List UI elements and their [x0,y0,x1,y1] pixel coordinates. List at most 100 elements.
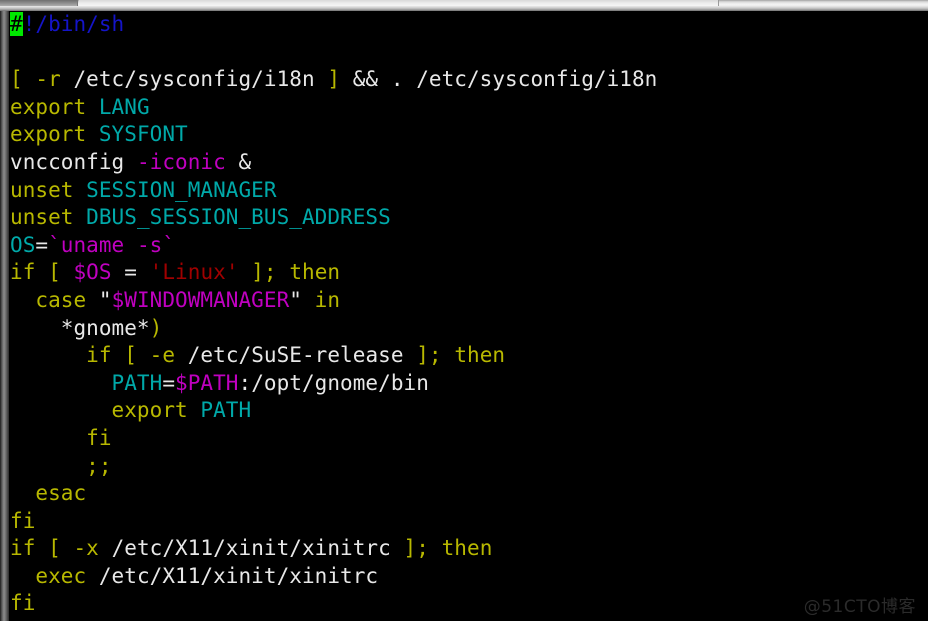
terminal-token: vncconfig [10,149,137,174]
terminal-line: export SYSFONT [9,121,928,149]
window-chrome-bar [0,0,928,11]
terminal-token: `uname -s` [48,232,176,257]
terminal-token: unset [10,205,87,230]
terminal-line: *gnome*) [9,315,928,343]
terminal-token: = [111,260,150,285]
terminal-token: -x [73,536,99,561]
terminal-token: # [10,12,23,36]
terminal-line: ;; [9,453,928,481]
terminal-token: [ [48,536,74,561]
terminal-line: PATH=$PATH:/opt/gnome/bin [9,370,928,398]
terminal-line: export PATH [9,397,928,425]
terminal-line: fi [9,590,928,618]
terminal-token: = [35,232,49,257]
terminal-token: export [10,122,99,147]
terminal-token: /etc/X11/xinit/xinitrc [86,563,379,588]
terminal-line: exec /etc/X11/xinit/xinitrc [9,563,928,591]
terminal-line: case "$WINDOWMANAGER" in [9,287,928,315]
terminal-line: #!/bin/sh [9,11,928,39]
watermark: @51CTO博客 [803,597,916,617]
terminal-token: ;; [86,453,112,478]
terminal-scrollbar[interactable] [0,11,9,621]
terminal-token: -iconic [136,149,226,174]
terminal-token: -r [35,67,61,92]
terminal-line: if [ -e /etc/SuSE-release ]; then [9,342,928,370]
terminal-token: then [289,260,341,285]
terminal-token: " [86,287,112,312]
terminal-token: fi [86,425,112,450]
terminal-token: if [86,343,125,368]
chrome-toolbar-segment[interactable] [79,0,719,6]
terminal-line: unset SESSION_MANAGER [9,177,928,205]
terminal-text-area[interactable]: #!/bin/sh [ -r /etc/sysconfig/i18n ] && … [9,11,928,621]
terminal-line: if [ -x /etc/X11/xinit/xinitrc ]; then [9,535,928,563]
terminal-token: 'Linux' [149,260,239,285]
terminal-token: PATH [111,370,163,395]
terminal-token: PATH [200,398,252,423]
terminal-token: then [454,343,506,368]
terminal-token: && . /etc/sysconfig/i18n [340,67,658,92]
terminal-token: export [10,94,99,119]
terminal-token: ]; [403,536,429,561]
terminal-token: = [162,370,176,395]
terminal-token: $WINDOWMANAGER [111,287,290,312]
terminal-token: $PATH [175,370,239,395]
terminal-token: !/bin/sh [22,12,125,36]
terminal-token: [ [124,343,150,368]
terminal-token: fi [10,591,36,616]
terminal-line: unset DBUS_SESSION_BUS_ADDRESS [9,204,928,232]
terminal-token: in [314,287,341,312]
terminal-token: esac [35,481,87,506]
terminal-token: DBUS_SESSION_BUS_ADDRESS [86,205,391,230]
terminal-line: OS=`uname -s` [9,232,928,260]
terminal-line: [ -r /etc/sysconfig/i18n ] && . /etc/sys… [9,66,928,94]
terminal-token: then [441,536,493,561]
terminal-token: exec [35,563,87,588]
terminal-line: export LANG [9,94,928,122]
terminal-token: case [35,287,87,312]
terminal-token: ) [149,315,163,340]
terminal-token: export [111,398,201,423]
terminal-token: ]; [238,260,277,285]
terminal-token: OS [10,232,36,257]
terminal-token: [ [10,67,36,92]
terminal-token: [ [48,260,74,285]
terminal-token: /etc/X11/xinit/xinitrc [98,536,404,561]
terminal-token: SESSION_MANAGER [86,177,277,202]
terminal-line: fi [9,425,928,453]
terminal-lines: #!/bin/sh [ -r /etc/sysconfig/i18n ] && … [9,11,928,621]
terminal-token: /etc/sysconfig/i18n [60,67,328,92]
terminal-token: if [10,260,49,285]
chrome-left-tab[interactable] [0,0,78,6]
terminal-token: ]; [416,343,442,368]
terminal-window: #!/bin/sh [ -r /etc/sysconfig/i18n ] && … [0,0,928,621]
terminal-token: -e [149,343,176,368]
terminal-line: fi [9,508,928,536]
terminal-token: :/opt/gnome/bin [238,370,429,395]
terminal-token: SYSFONT [98,122,188,147]
terminal-token: unset [10,177,87,202]
terminal-token: $OS [73,260,112,285]
terminal-token: & [225,149,252,174]
terminal-token: if [10,536,49,561]
terminal-line: if [ $OS = 'Linux' ]; then [9,259,928,287]
terminal-token: /etc/SuSE-release [175,343,417,368]
terminal-token: fi [10,508,36,533]
terminal-token: " [289,287,315,312]
terminal-token: *gnome* [10,315,150,340]
terminal-token: ] [327,67,341,92]
terminal-line: esac [9,480,928,508]
terminal-line: vncconfig -iconic & [9,149,928,177]
